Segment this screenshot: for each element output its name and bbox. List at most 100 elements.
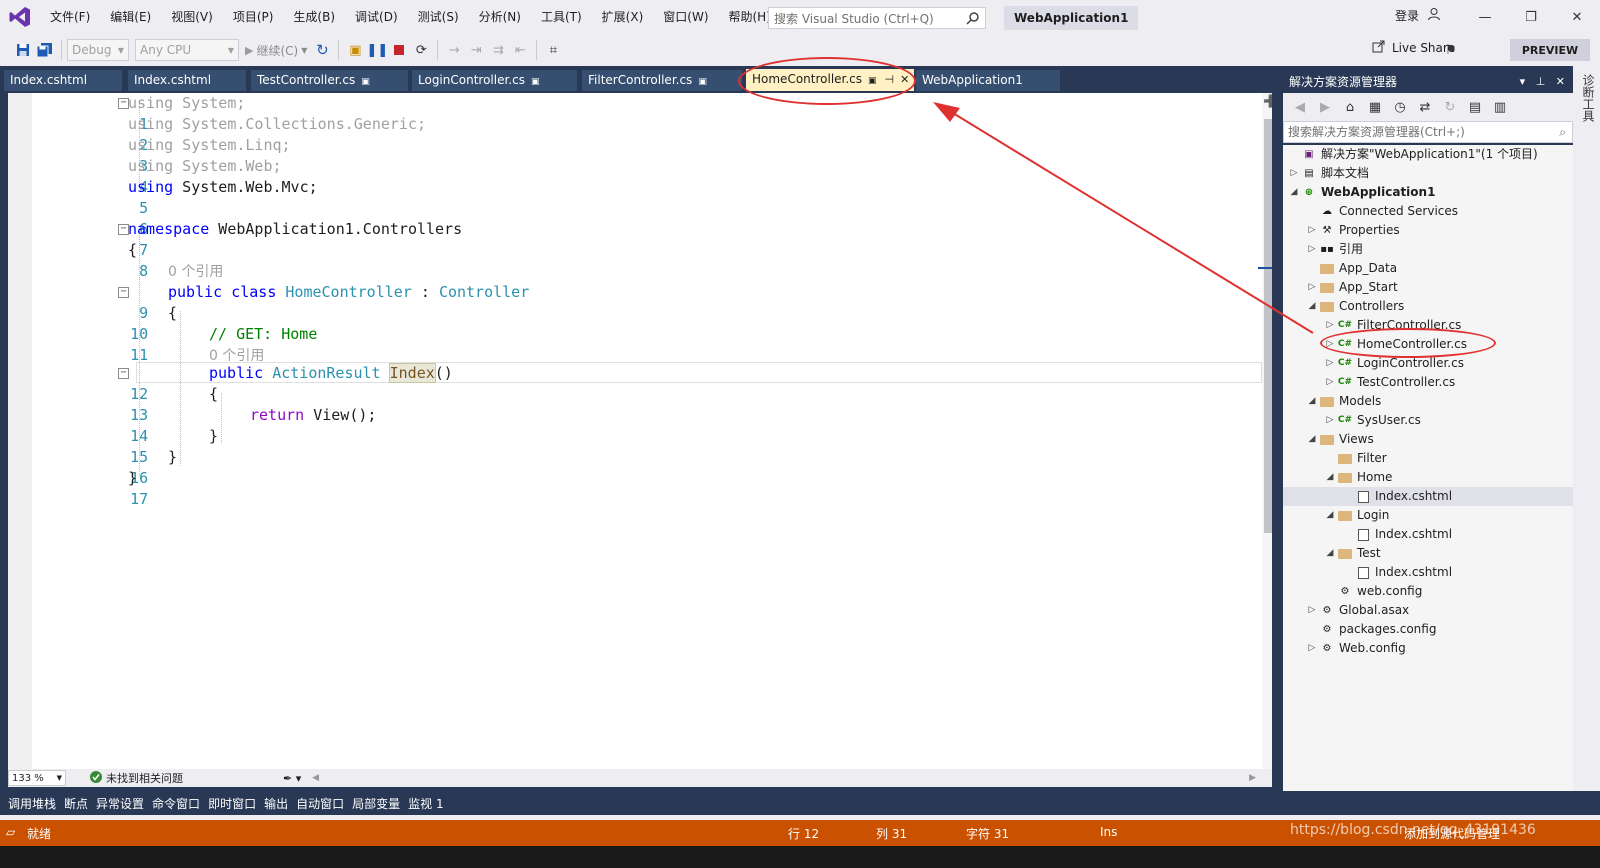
code-lens-references[interactable]: 0 个引用 [168,264,223,280]
pending-changes-icon[interactable]: ◷ [1389,96,1411,118]
stop-icon[interactable] [388,39,410,61]
menu-debug[interactable]: 调试(D) [345,0,408,34]
tab-test-controller[interactable]: TestController.cs ▣ [251,70,408,91]
tree-node-home-index[interactable]: Index.cshtml [1283,487,1573,506]
menu-build[interactable]: 生成(B) [283,0,345,34]
output-icon[interactable]: ▱ [6,825,15,839]
menu-extensions[interactable]: 扩展(X) [592,0,654,34]
hex-display-icon[interactable]: ⌗ [542,39,564,61]
solution-explorer-search[interactable]: 搜索解决方案资源管理器(Ctrl+;) ⌕ [1283,121,1573,143]
step-over-icon[interactable]: ⇉ [487,39,509,61]
tab-immediate-window[interactable]: 即时窗口 [204,795,260,812]
expand-icon[interactable]: ▷ [1305,278,1319,297]
save-all-icon[interactable] [34,39,56,61]
expand-icon[interactable]: ▷ [1305,221,1319,240]
tab-command-window[interactable]: 命令窗口 [148,795,204,812]
tab-filter-controller[interactable]: FilterController.cs ▣ [582,70,742,91]
close-window-icon[interactable]: ✕ [1554,0,1600,34]
tab-autos[interactable]: 自动窗口 [292,795,348,812]
menu-file[interactable]: 文件(F) [40,0,100,34]
issues-indicator[interactable]: 未找到相关问题 [90,770,183,786]
minimize-icon[interactable]: — [1462,0,1508,34]
tab-web-application[interactable]: WebApplication1 [916,70,1060,91]
pause-icon[interactable]: ❚❚ [366,39,388,61]
collapse-icon[interactable]: − [118,287,129,298]
tree-node-packages-config[interactable]: ⚙ packages.config [1305,620,1437,639]
tree-node-project[interactable]: ◢ ⊕ WebApplication1 [1287,183,1436,202]
tree-node-references[interactable]: ▷ ▪▪ 引用 [1305,240,1363,259]
panel-menu-icon[interactable]: ▾ [1520,75,1526,88]
tab-index-cshtml-1[interactable]: Index.cshtml [4,70,122,91]
forward-icon[interactable]: ▶ [1314,96,1336,118]
expand-icon[interactable]: ▷ [1305,601,1319,620]
tree-node-test-index[interactable]: Index.cshtml [1341,563,1452,582]
home-icon[interactable]: ⌂ [1339,96,1361,118]
tree-node-login-index[interactable]: Index.cshtml [1341,525,1452,544]
tree-node-global-asax[interactable]: ▷ ⚙ Global.asax [1305,601,1410,620]
tree-node-views[interactable]: ◢ Views [1305,430,1374,449]
sync-icon[interactable]: ⇄ [1414,96,1436,118]
tree-node-app-data[interactable]: App_Data [1305,259,1397,278]
platform-select[interactable]: Any CPU ▼ [135,39,239,61]
tree-node-scripts[interactable]: ▷ ▤ 脚本文档 [1287,164,1369,183]
expand-icon[interactable]: ▷ [1323,373,1337,392]
expand-icon[interactable]: ▷ [1323,316,1337,335]
vertical-scrollbar[interactable] [1262,93,1272,776]
vs-search-input[interactable]: 搜索 Visual Studio (Ctrl+Q) [768,7,986,29]
tree-node-views-webconfig[interactable]: ⚙ web.config [1323,582,1423,601]
tree-node-web-config[interactable]: ▷ ⚙ Web.config [1305,639,1406,658]
scrollbar-thumb[interactable] [1264,119,1272,533]
menu-project[interactable]: 项目(P) [223,0,284,34]
tree-node-solution[interactable]: ▣ 解决方案"WebApplication1"(1 个项目) [1287,145,1537,164]
collapse-icon[interactable]: ◢ [1323,506,1337,525]
tree-node-login-folder[interactable]: ◢ Login [1323,506,1390,525]
restart-icon[interactable]: ↻ [311,39,333,61]
tab-output[interactable]: 输出 [260,795,292,812]
collapse-icon[interactable]: ◢ [1323,468,1337,487]
preview-button[interactable]: PREVIEW [1510,39,1590,61]
menu-test[interactable]: 测试(S) [408,0,469,34]
split-view-icon[interactable]: ➕ [1263,94,1272,108]
expand-icon[interactable]: ▷ [1323,354,1337,373]
tab-call-stack[interactable]: 调用堆栈 [4,795,60,812]
tree-node-controllers[interactable]: ◢ Controllers [1305,297,1405,316]
step-into-icon[interactable]: ⇥ [465,39,487,61]
expand-icon[interactable]: ▷ [1287,164,1301,183]
collapse-all-icon[interactable]: ▤ [1464,96,1486,118]
tree-node-properties[interactable]: ▷ ⚒ Properties [1305,221,1400,240]
feedback-icon[interactable]: ⚑ [1440,39,1462,61]
step-out-icon[interactable]: ⇤ [509,39,531,61]
tree-node-app-start[interactable]: ▷ App_Start [1305,278,1398,297]
save-icon[interactable] [12,39,34,61]
tree-node-filter-folder[interactable]: Filter [1323,449,1387,468]
tab-breakpoints[interactable]: 断点 [60,795,92,812]
collapse-icon[interactable]: ◢ [1305,430,1319,449]
collapse-icon[interactable]: ◢ [1305,392,1319,411]
menu-analyze[interactable]: 分析(N) [469,0,531,34]
menu-edit[interactable]: 编辑(E) [100,0,161,34]
tree-node-models[interactable]: ◢ Models [1305,392,1382,411]
collapse-icon[interactable]: ◢ [1287,183,1301,202]
tab-watch-1[interactable]: 监视 1 [404,795,447,812]
scroll-left-icon[interactable]: ◀ [312,773,319,783]
diagnostics-tools-tab[interactable]: 诊断工具 [1580,74,1597,122]
tab-login-controller[interactable]: LoginController.cs ▣ [412,70,577,91]
horizontal-scrollbar[interactable]: ◀ ▶ [312,773,1272,783]
refresh-icon[interactable]: ⟳ [410,39,432,61]
brush-icon[interactable]: ✒ ▾ [283,772,301,785]
show-all-files-icon[interactable]: ▥ [1489,96,1511,118]
refresh-icon[interactable]: ↻ [1439,96,1461,118]
switch-views-icon[interactable]: ▦ [1364,96,1386,118]
continue-button[interactable]: ▶ 继续(C) ▼ [245,42,307,59]
tree-node-test-folder[interactable]: ◢ Test [1323,544,1381,563]
tab-locals[interactable]: 局部变量 [348,795,404,812]
menu-window[interactable]: 窗口(W) [653,0,718,34]
scroll-right-icon[interactable]: ▶ [1249,773,1256,783]
expand-icon[interactable]: ▷ [1305,639,1319,658]
show-next-statement-icon[interactable]: → [443,39,465,61]
expand-icon[interactable]: ▷ [1323,411,1337,430]
close-panel-icon[interactable]: ✕ [1556,75,1565,88]
tab-exception-settings[interactable]: 异常设置 [92,795,148,812]
collapse-icon[interactable]: ◢ [1305,297,1319,316]
collapse-icon[interactable]: − [118,368,129,379]
